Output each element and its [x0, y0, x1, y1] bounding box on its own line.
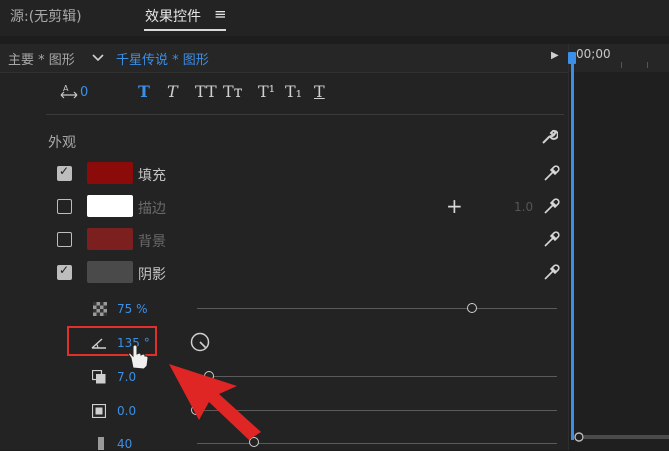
breadcrumb-clip[interactable]: 千星传说 * 图形 — [116, 49, 209, 68]
fill-checkbox[interactable] — [57, 164, 72, 181]
breadcrumb: 主要 * 图形 千星传说 * 图形 ▶ — [0, 44, 568, 73]
breadcrumb-master[interactable]: 主要 * 图形 — [8, 49, 75, 68]
superscript-button[interactable]: T¹ — [258, 82, 275, 101]
italic-button[interactable]: T — [167, 82, 178, 101]
small-caps-button[interactable]: Tт — [223, 82, 243, 101]
mini-timeline — [568, 44, 669, 450]
stroke-label: 描边 — [138, 201, 166, 217]
background-label: 背景 — [138, 234, 166, 250]
stroke-checkbox[interactable] — [57, 199, 72, 214]
ruler-tick — [647, 62, 648, 68]
subscript-button[interactable]: T₁ — [285, 82, 302, 101]
tracking-value[interactable]: 0 — [80, 85, 88, 100]
shadow-blur-value[interactable]: 40 — [117, 437, 132, 451]
playhead-line[interactable] — [571, 52, 574, 440]
blur-icon — [98, 437, 104, 450]
annotation-arrow — [165, 362, 265, 446]
fill-color-swatch[interactable] — [87, 162, 133, 184]
angle-dial[interactable] — [190, 332, 210, 356]
stroke-color-swatch[interactable] — [87, 195, 133, 217]
eyedropper-icon[interactable] — [543, 263, 561, 285]
underline-button[interactable]: T — [314, 82, 325, 101]
ruler-tick — [621, 62, 622, 68]
background-color-swatch[interactable] — [87, 228, 133, 250]
all-caps-button[interactable]: TT — [195, 82, 217, 101]
eyedropper-icon[interactable] — [543, 230, 561, 252]
wrench-icon[interactable] — [540, 128, 559, 150]
background-checkbox[interactable] — [57, 232, 72, 247]
shadow-opacity-value[interactable]: 75 % — [117, 302, 148, 316]
playhead-handle[interactable] — [568, 52, 576, 64]
svg-text:A: A — [63, 84, 69, 93]
opacity-slider-track[interactable] — [197, 308, 557, 309]
timecode: 00;00 — [576, 47, 611, 61]
appearance-heading: 外观 — [48, 135, 76, 151]
size-icon — [91, 403, 107, 419]
eyedropper-icon[interactable] — [543, 164, 561, 186]
eyedropper-icon[interactable] — [543, 197, 561, 219]
panel-tab-bar — [0, 0, 669, 36]
stroke-width-value[interactable]: 1.0 — [514, 200, 533, 214]
add-stroke-icon[interactable]: + — [446, 194, 463, 218]
tab-source[interactable]: 源:(无剪辑) — [10, 6, 82, 26]
shadow-checkbox[interactable] — [57, 263, 72, 280]
active-tab-indicator — [144, 29, 226, 31]
play-icon[interactable]: ▶ — [551, 50, 559, 61]
shadow-size-value[interactable]: 0.0 — [117, 404, 136, 418]
shadow-color-swatch[interactable] — [87, 261, 133, 283]
timeline-scrollbar[interactable] — [574, 430, 669, 444]
opacity-icon — [93, 302, 107, 316]
hand-cursor-icon — [127, 344, 149, 374]
opacity-slider-thumb[interactable] — [467, 303, 477, 313]
chevron-down-icon[interactable] — [91, 47, 107, 67]
tab-effect-controls[interactable]: 效果控件 — [145, 6, 201, 26]
fill-label: 填充 — [138, 168, 166, 184]
tracking-icon: A — [60, 82, 78, 102]
shadow-label: 阴影 — [138, 267, 166, 283]
panel-menu-icon[interactable]: ≡ — [214, 5, 227, 23]
distance-icon — [91, 369, 106, 384]
bold-button[interactable]: T — [138, 82, 150, 101]
text-style-toolbar: A 0 T T TT Tт T¹ T₁ T — [46, 72, 564, 115]
